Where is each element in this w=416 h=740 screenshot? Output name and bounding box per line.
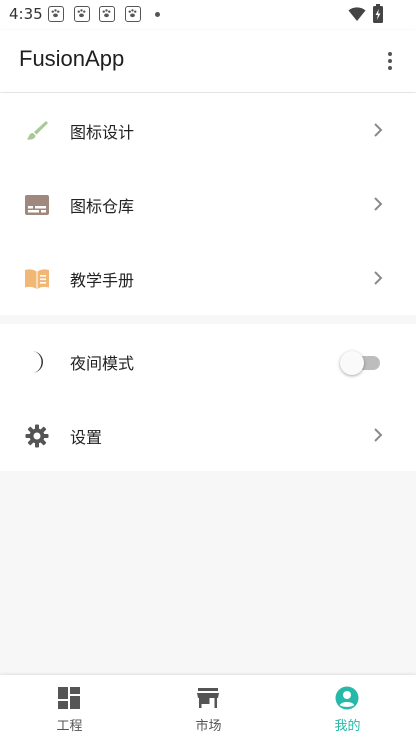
moon-icon	[32, 351, 43, 373]
menu-item-label: 图标仓库	[70, 197, 135, 216]
toggle-thumb	[340, 351, 364, 375]
more-options-button[interactable]	[380, 48, 400, 74]
nav-tab-market[interactable]: 市场	[139, 675, 278, 740]
menu-group-preferences: 夜间模式 设置	[0, 324, 416, 471]
app-bar: FusionApp	[0, 30, 416, 92]
chevron-right-icon	[374, 271, 383, 285]
status-time: 4:35	[9, 5, 43, 23]
paw-notification-icon	[99, 6, 115, 22]
more-notifications-dot	[155, 12, 160, 17]
menu-group-tools: 图标设计 图标仓库 教学手册	[0, 93, 416, 315]
menu-item-label: 夜间模式	[70, 354, 135, 373]
chevron-right-icon	[374, 123, 383, 137]
menu-item-tutorial[interactable]: 教学手册	[0, 241, 416, 315]
nav-tab-projects[interactable]: 工程	[0, 675, 139, 740]
book-icon	[25, 269, 49, 289]
subtitles-icon	[25, 195, 49, 215]
nav-tab-mine[interactable]: 我的	[278, 675, 416, 740]
menu-item-night-mode[interactable]: 夜间模式	[0, 324, 416, 398]
nav-tab-label: 市场	[195, 719, 222, 734]
menu-item-label: 设置	[70, 428, 103, 447]
menu-item-label: 教学手册	[70, 271, 135, 290]
menu-item-label: 图标设计	[70, 123, 135, 142]
paw-notification-icon	[74, 6, 90, 22]
status-bar: 4:35	[0, 0, 416, 30]
night-mode-toggle[interactable]	[340, 351, 384, 375]
menu-item-settings[interactable]: 设置	[0, 398, 416, 472]
dashboard-icon	[58, 687, 80, 709]
paw-notification-icon	[48, 6, 64, 22]
brush-icon	[27, 121, 48, 140]
paw-notification-icon	[125, 6, 141, 22]
bottom-navigation: 工程 市场 我的	[0, 675, 416, 740]
app-title: FusionApp	[19, 46, 125, 71]
store-icon	[197, 688, 219, 708]
account-circle-icon	[335, 686, 359, 710]
menu-item-icon-design[interactable]: 图标设计	[0, 93, 416, 167]
gear-icon	[25, 424, 49, 448]
menu-item-icon-library[interactable]: 图标仓库	[0, 167, 416, 241]
chevron-right-icon	[374, 197, 383, 211]
chevron-right-icon	[374, 428, 383, 442]
nav-tab-label: 我的	[334, 719, 361, 734]
battery-icon	[373, 4, 383, 23]
nav-tab-label: 工程	[56, 719, 83, 734]
wifi-icon	[348, 7, 366, 21]
